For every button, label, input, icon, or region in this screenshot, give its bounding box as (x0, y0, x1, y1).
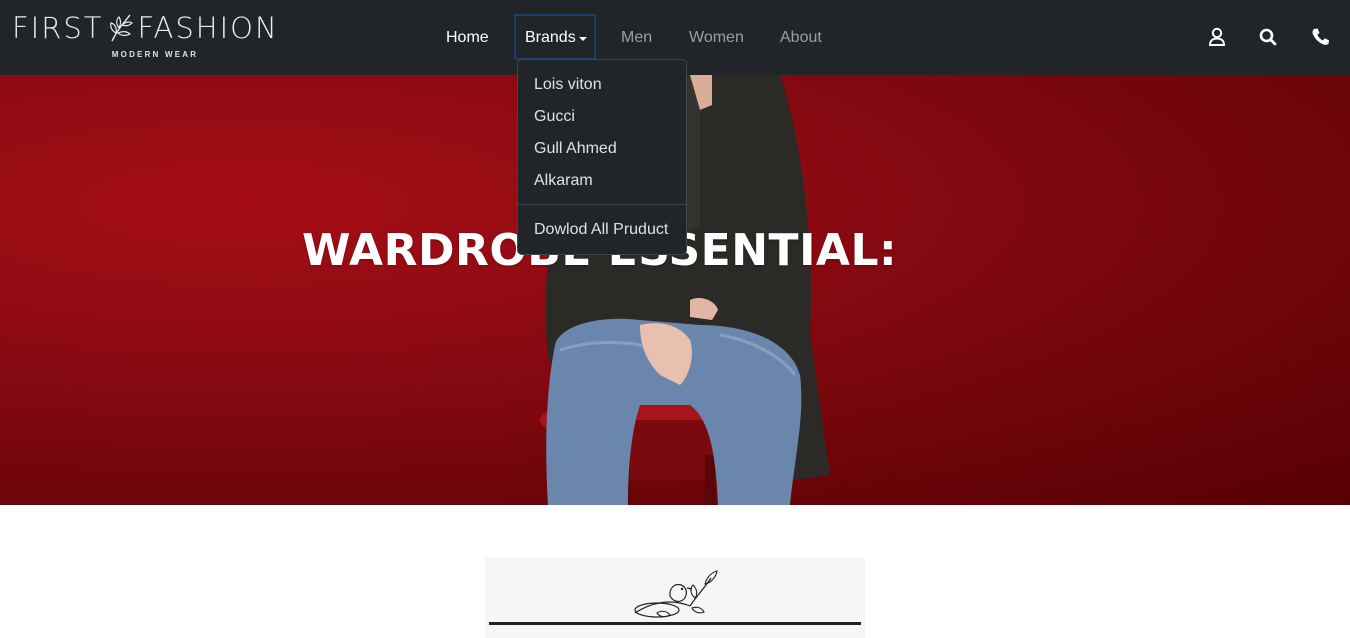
dropdown-item-lois-viton[interactable]: Lois viton (534, 74, 602, 96)
bird-on-branch-icon (634, 570, 718, 618)
logo-wordmark: FIRST FASHION (12, 10, 302, 46)
dropdown-item-gull-ahmed[interactable]: Gull Ahmed (534, 138, 617, 160)
nav-women[interactable]: Women (689, 27, 744, 49)
dropdown-item-download-all[interactable]: Dowlod All Pruduct (534, 219, 668, 241)
dropdown-item-gucci[interactable]: Gucci (534, 106, 575, 128)
dropdown-item-alkaram[interactable]: Alkaram (534, 170, 593, 192)
logo-word-first: FIRST (12, 11, 104, 45)
nav-brands-dropdown-toggle[interactable]: Brands (514, 14, 596, 60)
nav-men[interactable]: Men (621, 27, 652, 49)
brands-dropdown-menu: Lois viton Gucci Gull Ahmed Alkaram Dowl… (517, 59, 687, 255)
search-icon[interactable] (1257, 25, 1279, 49)
section-rule (489, 622, 861, 625)
nav-about[interactable]: About (780, 27, 822, 49)
brand-logo[interactable]: FIRST FASHION MODERN WEAR (12, 10, 302, 65)
leaf-icon (109, 14, 133, 42)
nav-brands-label: Brands (525, 29, 576, 46)
nav-home[interactable]: Home (446, 27, 489, 49)
section-divider-image (485, 558, 865, 638)
phone-icon[interactable] (1309, 25, 1331, 49)
user-icon[interactable] (1206, 25, 1228, 49)
caret-down-icon (579, 37, 587, 41)
logo-tagline: MODERN WEAR (111, 50, 199, 59)
dropdown-divider (518, 204, 686, 205)
logo-word-fashion: FASHION (137, 11, 279, 45)
